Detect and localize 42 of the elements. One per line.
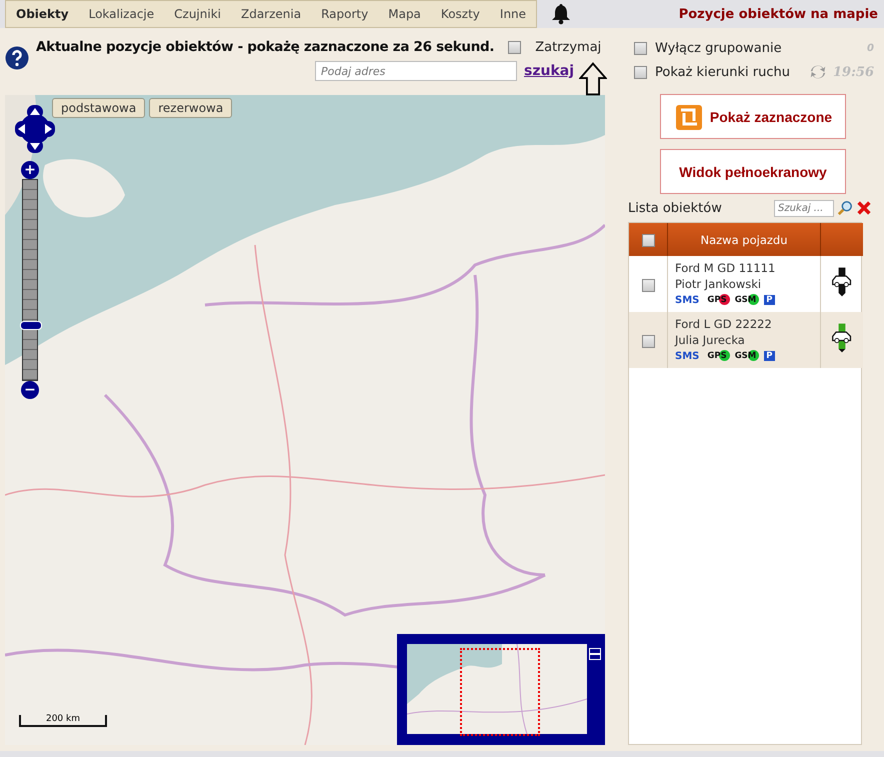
nav-tab[interactable]: Obiekty — [6, 1, 79, 27]
nav-tab[interactable]: Zdarzenia — [230, 1, 312, 27]
vehicle-name: Ford M GD 11111 — [675, 260, 776, 276]
checkbox[interactable] — [642, 234, 654, 247]
address-field[interactable]: Podaj adres — [315, 61, 517, 81]
nav-tab[interactable]: Mapa — [378, 1, 431, 27]
checkbox[interactable] — [642, 278, 654, 292]
driver-name: Julia Jurecka — [675, 332, 746, 348]
search-field[interactable]: Szukaj ... — [774, 200, 834, 216]
action-button[interactable]: Widok pełnoekranowy — [660, 149, 846, 194]
close-icon[interactable] — [856, 200, 872, 216]
vehicle-name: Ford L GD 22222 — [675, 316, 773, 332]
checkbox-label: Wyłącz grupowanie — [655, 40, 782, 56]
nav-tab[interactable]: Raporty — [311, 1, 378, 27]
page-title: Pozycje obiektów na mapie — [678, 6, 878, 22]
checkbox[interactable] — [508, 40, 522, 54]
checkbox-label: Pokaż kierunki ruchu — [655, 64, 790, 80]
car-marker-icon — [831, 267, 853, 297]
nav-tab[interactable]: Inne — [490, 1, 536, 27]
nav-tab[interactable]: Koszty — [430, 1, 490, 27]
help-icon[interactable] — [5, 46, 29, 70]
checkbox[interactable] — [634, 66, 647, 78]
nav-tab[interactable]: Lokalizacje — [78, 1, 164, 27]
sms-label: SMS — [675, 294, 700, 306]
car-marker-icon — [831, 323, 853, 353]
checkbox[interactable] — [642, 334, 654, 348]
checkbox-label: Zatrzymaj — [535, 40, 602, 54]
nav-tab[interactable]: Czujniki — [164, 1, 231, 27]
list-title: Lista obiektów — [628, 200, 722, 216]
bell-icon[interactable] — [551, 3, 572, 25]
sms-label: SMS — [675, 350, 700, 362]
heading: Aktualne pozycje obiektów - pokażę zaznaczone za 26 sekund. — [36, 39, 494, 55]
arrow-icon — [579, 62, 607, 96]
driver-name: Piotr Jankowski — [675, 276, 762, 292]
refresh-icon[interactable] — [809, 63, 828, 81]
action-button[interactable]: Pokaż zaznaczone — [660, 94, 846, 139]
search-link[interactable]: szukaj — [524, 63, 574, 79]
parking-badge: P — [764, 295, 774, 305]
column-header: Nazwa pojazdu — [668, 223, 820, 256]
parking-badge: P — [764, 351, 774, 361]
checkbox[interactable] — [634, 42, 647, 54]
search-icon[interactable] — [837, 200, 853, 216]
